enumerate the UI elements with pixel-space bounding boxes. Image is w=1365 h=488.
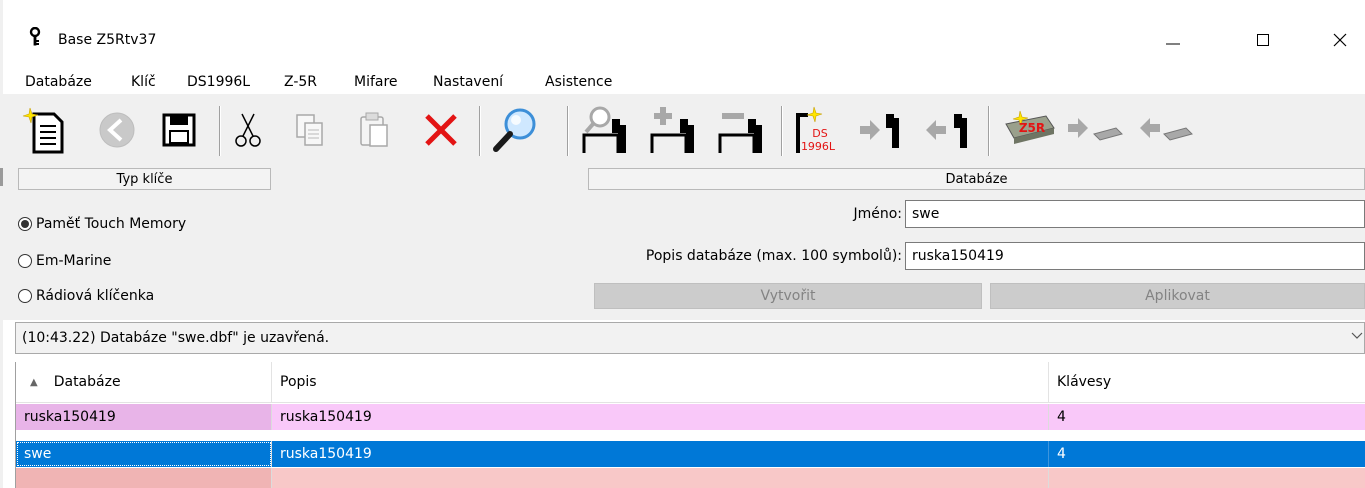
- database-header: Databáze: [588, 168, 1365, 190]
- window-title: Base Z5Rtv37: [58, 32, 157, 48]
- write-key-button[interactable]: [920, 104, 976, 156]
- menu-databaze[interactable]: Databáze: [25, 74, 92, 90]
- maximize-button[interactable]: [1240, 22, 1286, 58]
- cell-empty: [1049, 468, 1365, 488]
- minimize-icon: [1166, 43, 1180, 45]
- delete-icon: [425, 114, 457, 146]
- read-z5r-icon: [1068, 118, 1123, 141]
- status-log[interactable]: (10:43.22) Databáze "swe.dbf" je uzavřen…: [15, 322, 1365, 354]
- radio-em-marine[interactable]: Em-Marine: [18, 253, 111, 269]
- status-message: (10:43.22) Databáze "swe.dbf" je uzavřen…: [22, 330, 330, 346]
- search-icon: [493, 108, 536, 152]
- read-key-button[interactable]: [856, 104, 908, 156]
- cut-button[interactable]: [228, 104, 268, 156]
- cell-database: ruska150419: [16, 404, 272, 430]
- radio-unchecked-icon: [18, 289, 32, 303]
- column-header-database[interactable]: ▲ Databáze: [16, 362, 272, 402]
- radio-unchecked-icon: [18, 254, 32, 268]
- copy-icon: [296, 114, 323, 146]
- read-key-icon: [860, 114, 899, 148]
- back-icon: [99, 112, 135, 148]
- read-z5r-button[interactable]: [1064, 104, 1126, 156]
- table-header: ▲ Databáze Popis Klávesy: [16, 362, 1365, 403]
- maximize-icon: [1257, 34, 1269, 46]
- radio-label: Paměť Touch Memory: [36, 216, 187, 232]
- paste-button[interactable]: [354, 104, 394, 156]
- z5r-button[interactable]: Z5R: [998, 104, 1058, 156]
- key-app-icon: [28, 26, 42, 51]
- menu-ds1996l[interactable]: DS1996L: [187, 74, 250, 90]
- back-button[interactable]: [96, 104, 138, 156]
- key-type-header: Typ klíče: [18, 168, 271, 190]
- table-row-selected[interactable]: swe ruska150419 4: [16, 441, 1365, 467]
- column-header-keys[interactable]: Klávesy: [1049, 362, 1365, 402]
- new-button[interactable]: [20, 104, 70, 156]
- add-key-icon: [650, 107, 694, 153]
- description-label: Popis databáze (max. 100 symbolů):: [645, 248, 902, 264]
- create-button[interactable]: Vytvořit: [594, 283, 982, 309]
- close-button[interactable]: [1317, 22, 1363, 58]
- search-button[interactable]: [488, 104, 544, 156]
- remove-key-button[interactable]: [714, 104, 770, 156]
- remove-key-icon: [718, 113, 762, 153]
- save-icon: [162, 113, 196, 147]
- find-key-button[interactable]: [578, 104, 634, 156]
- cell-keys: 4: [1049, 441, 1365, 467]
- write-z5r-icon: [1140, 118, 1193, 141]
- cell-empty: [16, 468, 272, 488]
- menu-z5r[interactable]: Z-5R: [284, 74, 317, 90]
- table-row[interactable]: ruska150419 ruska150419 4: [16, 404, 1365, 430]
- name-label: Jméno:: [853, 206, 902, 222]
- cell-keys: 4: [1049, 404, 1365, 430]
- z5r-icon: Z5R: [1005, 110, 1055, 144]
- radio-touch-memory[interactable]: Paměť Touch Memory: [18, 216, 186, 232]
- add-key-button[interactable]: [646, 104, 702, 156]
- minimize-button[interactable]: [1150, 22, 1196, 58]
- radio-label: Em-Marine: [36, 253, 112, 269]
- menu-bar: Databáze Klíč DS1996L Z-5R Mifare Nastav…: [3, 66, 1365, 94]
- name-field[interactable]: swe: [905, 200, 1365, 228]
- cell-database: swe: [16, 441, 272, 467]
- copy-button[interactable]: [290, 104, 330, 156]
- menu-asistence[interactable]: Asistence: [545, 74, 612, 90]
- cell-empty: [272, 468, 1049, 488]
- delete-button[interactable]: [418, 104, 464, 156]
- apply-button[interactable]: Aplikovat: [990, 283, 1365, 309]
- save-button[interactable]: [158, 104, 200, 156]
- cell-description: ruska150419: [272, 441, 1049, 467]
- description-field[interactable]: ruska150419: [905, 242, 1365, 270]
- close-icon: [1333, 33, 1347, 47]
- radio-checked-icon: [18, 217, 32, 231]
- chevron-down-icon[interactable]: [1350, 328, 1364, 346]
- svg-text:Z5R: Z5R: [1019, 121, 1045, 135]
- menu-mifare[interactable]: Mifare: [354, 74, 398, 90]
- ds1996l-button[interactable]: DS 1996L: [790, 104, 842, 156]
- ds1996l-icon: DS 1996L: [796, 106, 836, 153]
- cell-description: ruska150419: [272, 404, 1049, 430]
- menu-klic[interactable]: Klíč: [131, 74, 156, 90]
- sort-ascending-icon: ▲: [30, 376, 38, 388]
- database-table: ▲ Databáze Popis Klávesy ruska150419 rus…: [15, 362, 1365, 488]
- radio-radio-keyfob[interactable]: Rádiová klíčenka: [18, 288, 154, 304]
- write-z5r-button[interactable]: [1134, 104, 1196, 156]
- find-key-icon: [582, 106, 626, 153]
- menu-nastaveni[interactable]: Nastavení: [433, 74, 503, 90]
- radio-label: Rádiová klíčenka: [36, 288, 155, 304]
- paste-icon: [360, 112, 388, 147]
- svg-text:1996L: 1996L: [801, 140, 836, 153]
- new-file-icon: [22, 107, 64, 154]
- write-key-icon: [926, 114, 967, 148]
- svg-text:DS: DS: [812, 127, 827, 140]
- table-row-empty[interactable]: [16, 468, 1365, 488]
- column-header-description[interactable]: Popis: [272, 362, 1049, 402]
- cut-icon: [235, 113, 261, 147]
